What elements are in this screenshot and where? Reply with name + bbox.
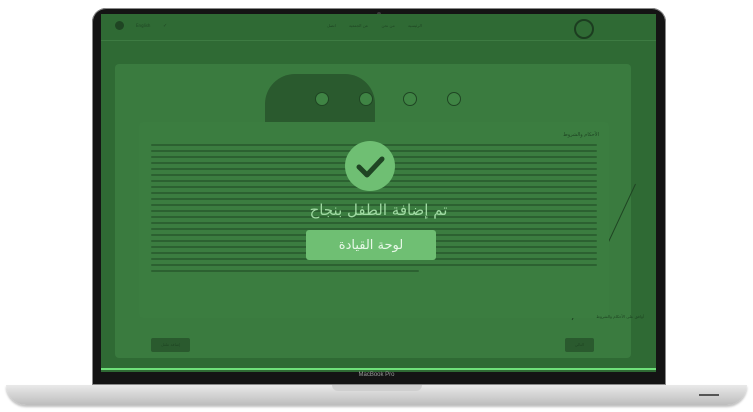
next-button[interactable]: التالي: [564, 338, 594, 352]
check-circle-icon: [345, 141, 395, 191]
step-3: [403, 92, 417, 106]
device-label: MacBook Pro: [358, 372, 395, 378]
dashboard-button[interactable]: لوحة القيادة: [306, 230, 436, 260]
site-logo[interactable]: [574, 19, 594, 39]
add-child-button[interactable]: إضافة طفل: [151, 338, 191, 352]
base-foot: [699, 394, 719, 396]
nav-item-about[interactable]: من نحن: [382, 23, 395, 28]
laptop-base: [6, 385, 747, 405]
screen: English ✓ الرئيسية من نحن عن الجمعية اتص…: [101, 14, 656, 372]
step-4: [447, 92, 461, 106]
success-message: تم إضافة الطفل بنجاح: [309, 201, 448, 219]
status-strip: [101, 368, 656, 370]
site-header: English ✓ الرئيسية من نحن عن الجمعية اتص…: [101, 14, 656, 41]
user-icon[interactable]: [115, 21, 124, 30]
terms-title: الأحكام والشروط: [563, 132, 599, 138]
step-2: [359, 92, 373, 106]
step-1: [315, 92, 329, 106]
nav-item-contact[interactable]: اتصل: [327, 23, 336, 28]
main-nav: الرئيسية من نحن عن الجمعية اتصل: [321, 23, 428, 28]
nav-item-home[interactable]: الرئيسية: [408, 23, 422, 28]
language-switch[interactable]: English: [136, 23, 150, 28]
nav-item-association[interactable]: عن الجمعية: [349, 23, 368, 28]
agree-checkbox[interactable]: أوافق على الأحكام والشروط: [596, 314, 644, 319]
partner-logo: ✓: [163, 23, 168, 29]
base-notch: [331, 385, 422, 391]
